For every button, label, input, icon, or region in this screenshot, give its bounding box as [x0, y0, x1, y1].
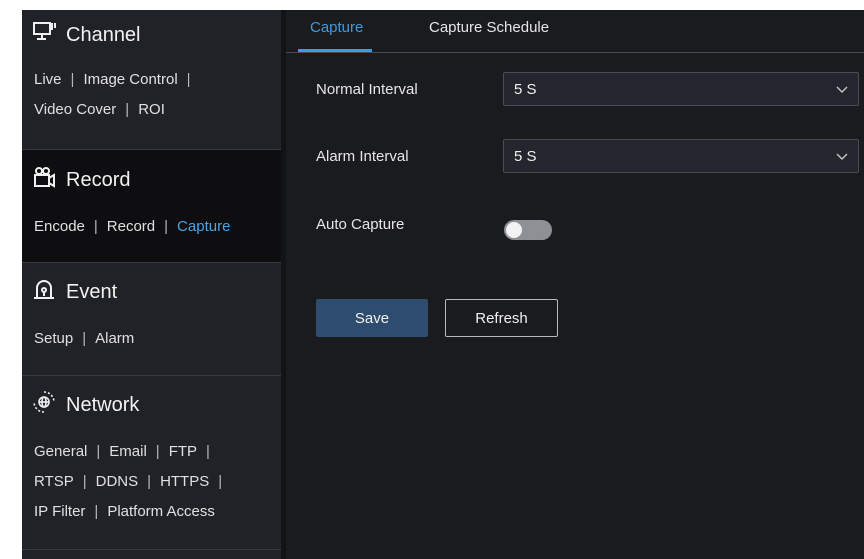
- sidebar-header-event[interactable]: Event: [32, 277, 117, 307]
- sidebar-section-channel: Channel Live | Image Control | Video Cov…: [22, 10, 281, 150]
- sidebar-link-image-control[interactable]: Image Control: [83, 67, 177, 93]
- globe-network-icon: [32, 390, 56, 420]
- chevron-down-icon: [836, 153, 848, 160]
- chevron-down-icon: [836, 86, 848, 93]
- tab-bar: Capture Capture Schedule: [286, 10, 864, 53]
- sidebar-link-ddns[interactable]: DDNS: [96, 469, 139, 495]
- sidebar-link-capture[interactable]: Capture: [177, 214, 230, 240]
- alarm-interval-value: 5 S: [514, 148, 537, 165]
- sidebar-section-record: Record Encode | Record | Capture: [22, 150, 281, 263]
- sidebar-header-record[interactable]: Record: [32, 165, 130, 195]
- auto-capture-toggle[interactable]: [504, 220, 552, 240]
- alarm-interval-label: Alarm Interval: [316, 148, 409, 165]
- sidebar-title-record: Record: [66, 168, 131, 191]
- sidebar-title-network: Network: [66, 393, 140, 416]
- camera-record-icon: [32, 165, 56, 195]
- auto-capture-label: Auto Capture: [316, 216, 405, 233]
- toggle-knob: [506, 222, 522, 238]
- sidebar-header-network[interactable]: Network: [32, 390, 139, 420]
- tab-capture[interactable]: Capture: [310, 19, 363, 36]
- record-links: Encode | Record | Capture: [34, 212, 230, 242]
- sidebar-link-roi[interactable]: ROI: [138, 97, 165, 123]
- sidebar-link-setup[interactable]: Setup: [34, 326, 73, 352]
- sidebar-link-platform-access[interactable]: Platform Access: [107, 499, 215, 525]
- sidebar-link-rtsp[interactable]: RTSP: [34, 469, 74, 495]
- event-links: Setup | Alarm: [34, 324, 134, 354]
- sidebar: Channel Live | Image Control | Video Cov…: [22, 10, 281, 559]
- tab-capture-schedule[interactable]: Capture Schedule: [429, 19, 549, 36]
- refresh-button[interactable]: Refresh: [445, 299, 558, 337]
- sidebar-link-live[interactable]: Live: [34, 67, 62, 93]
- alarm-light-icon: [32, 277, 56, 307]
- monitor-icon: [32, 20, 56, 50]
- channel-links: Live | Image Control | Video Cover | ROI: [34, 65, 200, 125]
- active-tab-indicator: [298, 49, 372, 52]
- sidebar-link-video-cover[interactable]: Video Cover: [34, 97, 116, 123]
- normal-interval-label: Normal Interval: [316, 81, 418, 98]
- sidebar-link-alarm[interactable]: Alarm: [95, 326, 134, 352]
- alarm-interval-select[interactable]: 5 S: [503, 139, 859, 173]
- sidebar-link-email[interactable]: Email: [109, 439, 147, 465]
- sidebar-header-channel[interactable]: Channel: [32, 20, 141, 50]
- sidebar-title-event: Event: [66, 280, 118, 303]
- normal-interval-select[interactable]: 5 S: [503, 72, 859, 106]
- sidebar-title-channel: Channel: [66, 23, 141, 46]
- sidebar-link-https[interactable]: HTTPS: [160, 469, 209, 495]
- network-links: General | Email | FTP | RTSP | DDNS | HT…: [34, 437, 231, 527]
- sidebar-link-ftp[interactable]: FTP: [169, 439, 197, 465]
- main-panel: Capture Capture Schedule Normal Interval…: [286, 10, 864, 559]
- settings-window: Channel Live | Image Control | Video Cov…: [22, 10, 864, 559]
- sidebar-section-event: Event Setup | Alarm: [22, 263, 281, 376]
- sidebar-section-network: Network General | Email | FTP | RTSP | D…: [22, 376, 281, 550]
- sidebar-link-record[interactable]: Record: [107, 214, 155, 240]
- sidebar-link-encode[interactable]: Encode: [34, 214, 85, 240]
- save-button[interactable]: Save: [316, 299, 428, 337]
- normal-interval-value: 5 S: [514, 81, 537, 98]
- sidebar-link-general[interactable]: General: [34, 439, 87, 465]
- sidebar-link-ip-filter[interactable]: IP Filter: [34, 499, 85, 525]
